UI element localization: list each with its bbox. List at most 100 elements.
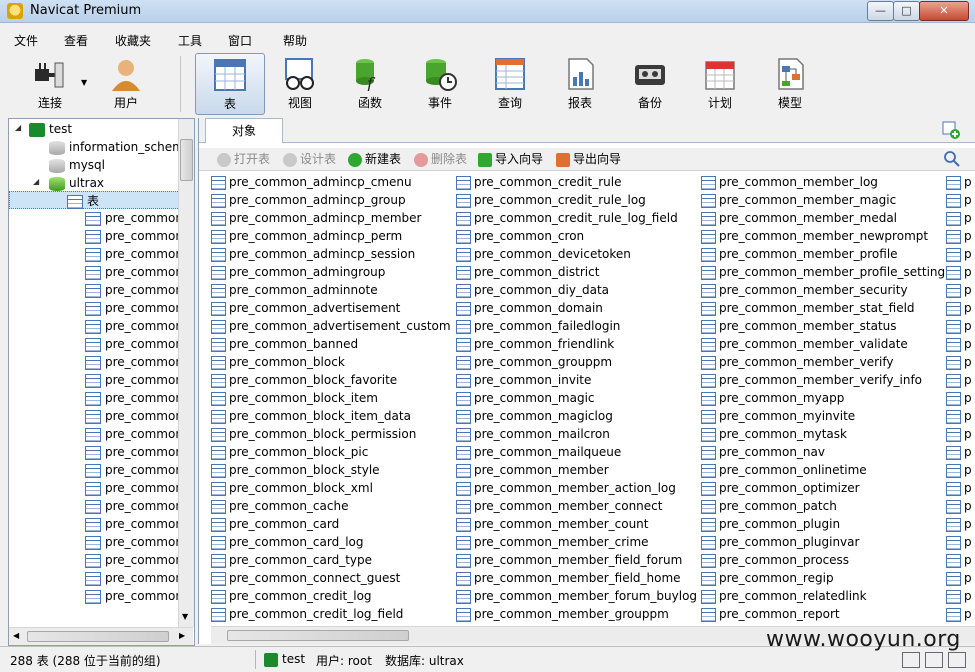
table-object-item[interactable]: pre_common_block_favorite [211,371,397,389]
table-object-item[interactable]: pre_common_regip [701,569,834,587]
scroll-left-icon[interactable]: ◀ [13,631,19,640]
table-object-item[interactable]: pre_common_member_action_log [456,479,676,497]
delete-table-button[interactable]: 删除表 [414,151,467,167]
table-object-item[interactable]: p [946,605,972,623]
table-object-item[interactable]: p [946,425,972,443]
table-object-item[interactable]: pre_common_member_magic [701,191,896,209]
menu-window[interactable]: 窗口 [228,32,252,49]
table-object-item[interactable]: pre_common_adminnote [211,281,378,299]
table-object-item[interactable]: pre_common_credit_log_field [211,605,403,623]
table-object-item[interactable]: pre_common_admincp_cmenu [211,173,412,191]
table-object-item[interactable]: pre_common_admincp_session [211,245,415,263]
table-object-item[interactable]: pre_common_member_verify_info [701,371,922,389]
table-object-item[interactable]: pre_common_block_pic [211,443,368,461]
table-object-item[interactable]: p [946,551,972,569]
table-object-item[interactable]: pre_common_cache [211,497,348,515]
table-object-item[interactable]: p [946,533,972,551]
toolbar-event-button[interactable]: 事件 [410,53,470,113]
table-object-item[interactable]: p [946,209,972,227]
table-object-item[interactable]: pre_common_member_profile_setting [701,263,945,281]
table-object-item[interactable]: pre_common_optimizer [701,479,860,497]
table-object-item[interactable]: pre_common_patch [701,497,837,515]
table-object-item[interactable]: pre_common_member_crime [456,533,649,551]
tab-objects[interactable]: 对象 [205,118,283,143]
table-object-item[interactable]: pre_common_block_permission [211,425,416,443]
table-object-item[interactable]: pre_common_block_style [211,461,380,479]
table-object-item[interactable]: p [946,353,972,371]
table-object-item[interactable]: pre_common_block_item_data [211,407,411,425]
table-object-item[interactable]: pre_common_report [701,605,840,623]
table-object-item[interactable]: pre_common_invite [456,371,591,389]
table-object-item[interactable]: pre_common_member [456,461,609,479]
menu-view[interactable]: 查看 [64,32,88,49]
tree-db-mysql[interactable]: mysql [49,156,105,174]
table-object-item[interactable]: pre_common_relatedlink [701,587,867,605]
table-object-item[interactable]: pre_common_mailcron [456,425,610,443]
tree-db-ultrax[interactable]: ultrax [49,174,104,192]
table-object-item[interactable]: pre_common_process [701,551,849,569]
table-object-item[interactable]: pre_common_member_count [456,515,649,533]
toolbar-schedule-button[interactable]: 计划 [690,53,750,113]
table-object-item[interactable]: pre_common_member_forum_buylog [456,587,697,605]
table-object-item[interactable]: p [946,407,972,425]
toolbar-query-button[interactable]: 查询 [480,53,540,113]
table-object-item[interactable]: pre_common_magiclog [456,407,613,425]
table-object-item[interactable]: p [946,299,972,317]
table-object-item[interactable]: pre_common_member_status [701,317,897,335]
table-object-item[interactable]: pre_common_member_verify [701,353,894,371]
table-object-item[interactable]: p [946,263,972,281]
toolbar-view-button[interactable]: 视图 [270,53,330,113]
table-object-item[interactable]: pre_common_cron [456,227,584,245]
table-object-item[interactable]: p [946,335,972,353]
table-object-item[interactable]: p [946,587,972,605]
table-object-item[interactable]: p [946,569,972,587]
table-object-item[interactable]: pre_common_member_field_home [456,569,681,587]
table-object-item[interactable]: pre_common_advertisement [211,299,400,317]
table-object-item[interactable]: pre_common_card_log [211,533,364,551]
table-object-item[interactable]: pre_common_credit_rule_log_field [456,209,678,227]
toolbar-table-button[interactable]: 表 [195,53,265,115]
table-object-item[interactable]: pre_common_advertisement_custom [211,317,451,335]
tree-connection-test[interactable]: test [29,120,72,138]
toolbar-report-button[interactable]: 报表 [550,53,610,113]
table-object-item[interactable]: pre_common_member_log [701,173,878,191]
tree-horizontal-scrollbar[interactable]: ◀ ▶ [9,627,193,645]
table-object-item[interactable]: pre_common_member_field_forum [456,551,682,569]
scroll-down-icon[interactable]: ▼ [182,612,188,621]
table-object-item[interactable]: pre_common_plugin [701,515,840,533]
toolbar-model-button[interactable]: 模型 [760,53,820,113]
table-object-item[interactable]: pre_common_credit_rule_log [456,191,646,209]
menu-favorites[interactable]: 收藏夹 [115,32,151,49]
collapse-icon[interactable]: ◢ [33,177,39,186]
table-object-item[interactable]: pre_common_myapp [701,389,844,407]
table-object-item[interactable]: pre_common_credit_log [211,587,372,605]
table-object-item[interactable]: p [946,389,972,407]
table-object-item[interactable]: pre_common_diy_data [456,281,609,299]
table-object-item[interactable]: pre_common_block_item [211,389,378,407]
design-table-button[interactable]: 设计表 [283,151,336,167]
table-object-item[interactable]: p [946,479,972,497]
collapse-icon[interactable]: ◢ [15,123,21,132]
maximize-button[interactable]: □ [893,1,920,21]
detail-view-icon[interactable] [925,652,943,668]
menu-file[interactable]: 文件 [14,32,38,49]
table-object-item[interactable]: pre_common_admingroup [211,263,385,281]
table-object-item[interactable]: p [946,443,972,461]
table-object-item[interactable]: pre_common_failedlogin [456,317,620,335]
table-object-item[interactable]: pre_common_member_connect [456,497,662,515]
table-object-item[interactable]: p [946,497,972,515]
export-wizard-button[interactable]: 导出向导 [556,151,621,167]
tree-vertical-scrollbar[interactable]: ▼ [178,119,194,627]
new-object-icon[interactable] [942,121,960,139]
new-table-button[interactable]: 新建表 [348,151,401,167]
table-object-item[interactable]: pre_common_friendlink [456,335,614,353]
table-object-item[interactable]: p [946,281,972,299]
table-object-item[interactable]: pre_common_banned [211,335,358,353]
table-object-item[interactable]: pre_common_credit_rule [456,173,622,191]
table-object-item[interactable]: pre_common_grouppm [456,353,612,371]
scrollbar-thumb[interactable] [27,631,169,642]
table-object-item[interactable]: p [946,173,972,191]
toolbar-backup-button[interactable]: 备份 [620,53,680,113]
table-object-item[interactable]: pre_common_member_profile [701,245,898,263]
table-object-item[interactable]: pre_common_devicetoken [456,245,631,263]
